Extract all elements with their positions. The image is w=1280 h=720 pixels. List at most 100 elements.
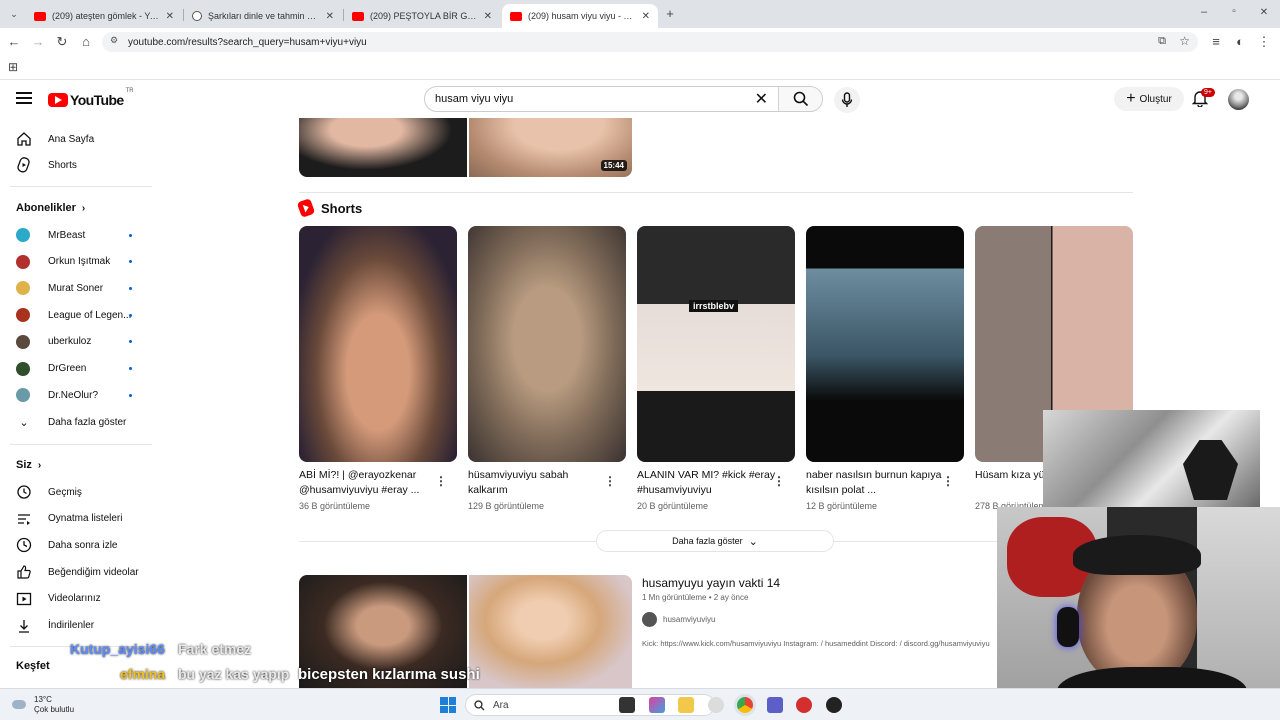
close-tab-icon[interactable]: ✕: [642, 11, 650, 22]
home-icon[interactable]: ⌂: [78, 34, 94, 50]
create-button[interactable]: + Oluştur: [1114, 87, 1184, 111]
microphone-icon: [841, 92, 853, 107]
short-thumbnail[interactable]: [806, 226, 964, 462]
more-options-icon[interactable]: ⋮: [604, 474, 616, 488]
weather-temp: 13°C: [34, 695, 52, 704]
bookmark-star-icon[interactable]: ☆: [1179, 34, 1190, 48]
app-icon[interactable]: [708, 697, 724, 713]
you-header[interactable]: Siz ›: [16, 459, 41, 471]
chrome-icon[interactable]: [737, 697, 753, 713]
sidebar-item-like[interactable]: Beğendiğim videolar: [16, 559, 146, 585]
clear-search-icon[interactable]: ✕: [755, 89, 768, 109]
more-options-icon[interactable]: ⋮: [435, 474, 447, 488]
sidebar-item-label: Dr.NeOlur?: [48, 389, 99, 401]
short-thumbnail[interactable]: [468, 226, 626, 462]
subscriptions-header[interactable]: Abonelikler ›: [16, 202, 85, 214]
sidebar-subscription-item[interactable]: Dr.NeOlur?: [16, 382, 146, 408]
short-card[interactable]: naber nasılsın burnun kapıya kısılsın po…: [806, 226, 964, 511]
close-tab-icon[interactable]: ✕: [166, 11, 174, 22]
maximize-icon[interactable]: ▫: [1226, 4, 1242, 20]
url-field[interactable]: ⚙ youtube.com/results?search_query=husam…: [102, 32, 1198, 52]
teams-icon[interactable]: [767, 697, 783, 713]
browser-tab-1[interactable]: (209) ateşten gömlek - YouTube ✕: [26, 4, 182, 28]
media-control-icon[interactable]: ≡: [1208, 34, 1224, 50]
forward-icon[interactable]: →: [30, 34, 46, 50]
top-video-thumbnail[interactable]: 15:44: [299, 118, 632, 177]
search-button[interactable]: [778, 87, 822, 111]
plus-icon: +: [1126, 90, 1136, 107]
short-thumbnail[interactable]: irrstblebv: [637, 226, 795, 462]
sidebar-item-shorts[interactable]: Shorts: [16, 152, 146, 178]
youtube-icon: [510, 11, 522, 21]
close-tab-icon[interactable]: ✕: [326, 11, 334, 22]
sidebar-item-label: Geçmiş: [48, 486, 82, 498]
explore-header: Keşfet: [16, 660, 50, 672]
short-title[interactable]: ALANIN VAR MI? #kick #eray #husamviyuviy…: [637, 468, 777, 498]
more-options-icon[interactable]: ⋮: [942, 474, 954, 488]
sidebar-item-video[interactable]: Videolarınız: [16, 586, 146, 612]
sidebar-item-clock[interactable]: Daha sonra izle: [16, 532, 146, 558]
sidebar-subscription-item[interactable]: uberkuloz: [16, 329, 146, 355]
video-channel[interactable]: husamviyuviyu: [642, 612, 715, 627]
short-card[interactable]: hüsamviyuviyu sabah kalkarım 129 B görünt…: [468, 226, 626, 511]
youtube-logo[interactable]: YouTube TR: [48, 88, 134, 108]
show-more-label: Daha fazla göster: [672, 536, 743, 546]
task-view-icon[interactable]: [619, 697, 635, 713]
weather-icon[interactable]: [10, 695, 28, 713]
sidebar-item-playlist[interactable]: Oynatma listeleri: [16, 506, 146, 532]
minimize-icon[interactable]: –: [1196, 4, 1212, 20]
sidebar-subscription-item[interactable]: Orkun Işıtmak: [16, 249, 146, 275]
short-title[interactable]: ABİ Mİ?! | @erayozkenar @husamviyuviyu #…: [299, 468, 439, 498]
browser-menu-icon[interactable]: ⋮: [1256, 34, 1272, 50]
chevron-right-icon: ›: [81, 202, 86, 214]
copilot-icon[interactable]: [649, 697, 665, 713]
short-card[interactable]: ABİ Mİ?! | @erayozkenar @husamviyuviyu #…: [299, 226, 457, 511]
account-avatar[interactable]: [1228, 89, 1249, 110]
profile-icon[interactable]: ◐: [1232, 34, 1248, 50]
weather-widget[interactable]: 13°C Çok bulutlu: [34, 695, 74, 715]
sidebar-item-label: DrGreen: [48, 363, 87, 374]
sidebar-subscription-item[interactable]: Murat Soner: [16, 275, 146, 301]
short-title[interactable]: naber nasılsın burnun kapıya kısılsın po…: [806, 468, 946, 498]
home-icon: [16, 131, 32, 147]
voice-search-button[interactable]: [834, 87, 860, 113]
logo-text: YouTube: [70, 92, 124, 108]
more-options-icon[interactable]: ⋮: [773, 474, 785, 488]
shorts-show-more-button[interactable]: Daha fazla göster ⌄: [596, 530, 834, 552]
short-thumbnail[interactable]: [299, 226, 457, 462]
sidebar-show-more[interactable]: ⌄ Daha fazla göster: [16, 409, 146, 435]
file-explorer-icon[interactable]: [678, 697, 694, 713]
close-window-icon[interactable]: ✕: [1256, 5, 1272, 21]
browser-tab-3[interactable]: (209) PEŞTOYLA BİR GÜN GEÇİR ✕: [344, 4, 500, 28]
sidebar-item-download[interactable]: İndirilenler: [16, 613, 146, 639]
notification-count-badge: 9+: [1201, 88, 1215, 97]
short-card[interactable]: irrstblebv ALANIN VAR MI? #kick #eray #hu…: [637, 226, 795, 511]
sidebar-subscription-item[interactable]: League of Legen...: [16, 302, 146, 328]
apps-grid-icon[interactable]: ⊞: [5, 59, 21, 75]
hamburger-menu-icon[interactable]: [16, 92, 32, 104]
app-icon[interactable]: [826, 697, 842, 713]
sidebar-subscription-item[interactable]: DrGreen: [16, 356, 146, 382]
chat-message: Fark etmez: [178, 641, 252, 657]
sidebar-item-label: Daha fazla göster: [48, 416, 127, 428]
app-icon[interactable]: [796, 697, 812, 713]
windows-start-icon[interactable]: [440, 697, 456, 713]
sidebar-subscription-item[interactable]: MrBeast: [16, 222, 146, 248]
browser-tab-2[interactable]: Şarkıları dinle ve tahmin et - Mu ✕: [184, 4, 342, 28]
site-info-icon[interactable]: ⚙: [110, 35, 118, 46]
search-icon: [793, 91, 808, 107]
reload-icon[interactable]: ↻: [54, 34, 70, 50]
new-tab-icon[interactable]: +: [662, 6, 678, 22]
video-title[interactable]: husamyuyu yayın vakti 14: [642, 576, 780, 590]
tab-list-icon[interactable]: ⌄: [6, 6, 22, 22]
subscriptions-title: Abonelikler: [16, 202, 76, 214]
short-title[interactable]: hüsamviyuviyu sabah kalkarım: [468, 468, 608, 498]
back-icon[interactable]: ←: [6, 34, 22, 50]
close-tab-icon[interactable]: ✕: [484, 11, 492, 22]
search-input[interactable]: [435, 93, 755, 105]
browser-tab-active[interactable]: (209) husam viyu viyu - YouTube ✕: [502, 4, 658, 28]
sidebar-item-history[interactable]: Geçmiş: [16, 479, 146, 505]
install-app-icon[interactable]: ⧉: [1158, 35, 1166, 48]
playlist-icon: [16, 511, 32, 527]
sidebar-item-home[interactable]: Ana Sayfa: [16, 126, 146, 152]
